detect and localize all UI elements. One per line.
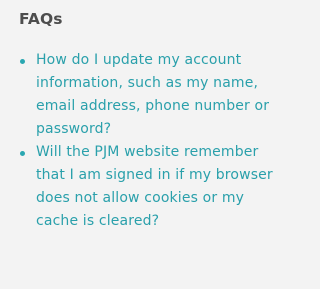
faq-link-update-account[interactable]: How do I update my account information, …: [36, 49, 275, 141]
faq-title: FAQs: [19, 10, 63, 28]
faq-list-item: How do I update my account information, …: [19, 49, 275, 141]
faq-panel: FAQs How do I update my account informat…: [0, 0, 290, 289]
bullet-dot-icon: [20, 59, 25, 64]
faq-list: How do I update my account information, …: [19, 49, 290, 233]
bullet-dot-icon: [20, 151, 25, 156]
faq-link-remember-signin[interactable]: Will the PJM website remember that I am …: [36, 141, 275, 233]
faq-list-item: Will the PJM website remember that I am …: [19, 141, 275, 233]
